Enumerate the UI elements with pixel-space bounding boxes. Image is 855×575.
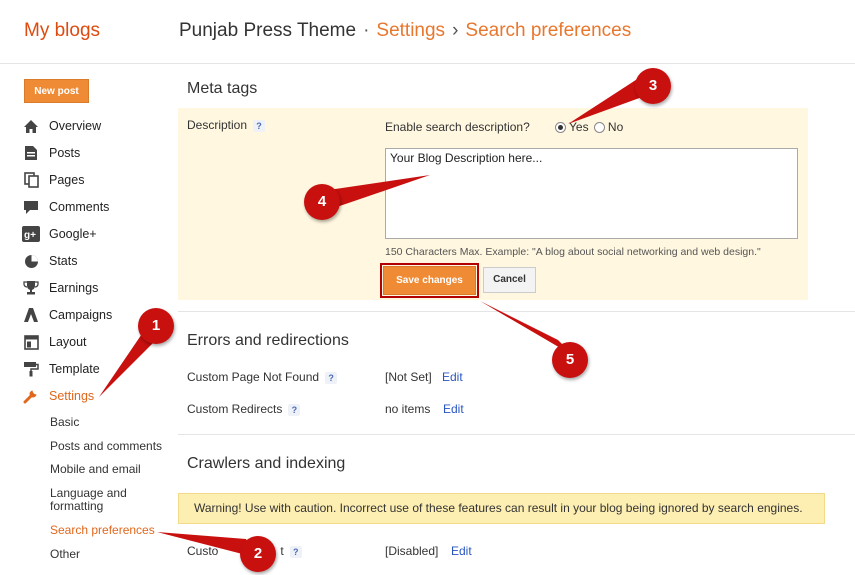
- sidebar-item-label: Layout: [49, 335, 87, 349]
- pages-icon: [22, 172, 40, 188]
- settings-sub-search-preferences[interactable]: Search preferences: [50, 524, 155, 537]
- no-radio[interactable]: [593, 122, 605, 134]
- search-description-radios: Yes No: [555, 120, 623, 134]
- errors-title: Errors and redirections: [187, 332, 349, 349]
- sidebar-item-campaigns[interactable]: Campaigns: [22, 305, 112, 325]
- custom-redirects-label: Custom Redirects?: [187, 402, 301, 416]
- save-changes-button[interactable]: Save changes: [383, 266, 476, 295]
- settings-sub-basic[interactable]: Basic: [50, 416, 79, 429]
- trophy-icon: [22, 280, 40, 296]
- sidebar-item-label: Template: [49, 362, 100, 376]
- description-label-text: Description: [187, 118, 248, 132]
- wrench-icon: [22, 388, 40, 404]
- comments-icon: [22, 199, 40, 215]
- sidebar-item-label: Comments: [49, 200, 110, 214]
- sidebar-item-earnings[interactable]: Earnings: [22, 278, 98, 298]
- sidebar-item-template[interactable]: Template: [22, 359, 100, 379]
- custom-page-not-found-value: [Not Set]: [385, 370, 432, 384]
- my-blogs-link[interactable]: My blogs: [24, 20, 100, 42]
- cancel-button[interactable]: Cancel: [483, 267, 536, 293]
- sidebar-item-layout[interactable]: Layout: [22, 332, 87, 352]
- custom-page-not-found-label: Custom Page Not Found?: [187, 370, 338, 384]
- sidebar-item-settings[interactable]: Settings: [22, 386, 94, 406]
- custom-page-not-found-edit[interactable]: Edit: [442, 370, 463, 384]
- breadcrumb-settings[interactable]: Settings: [376, 20, 445, 41]
- yes-radio-label[interactable]: Yes: [569, 120, 589, 134]
- custom-robots-value: [Disabled]: [385, 544, 439, 558]
- breadcrumb-search-preferences[interactable]: Search preferences: [465, 20, 631, 41]
- description-hint: 150 Characters Max. Example: "A blog abo…: [385, 246, 761, 258]
- breadcrumb-separator: ·: [363, 20, 370, 41]
- settings-sub-mobile-email[interactable]: Mobile and email: [50, 463, 141, 476]
- sidebar-item-label: Pages: [49, 173, 85, 187]
- section-divider: [178, 311, 855, 312]
- sidebar-item-stats[interactable]: Stats: [22, 251, 78, 271]
- sidebar-item-label: Campaigns: [49, 308, 113, 322]
- marker-4: 4: [304, 184, 340, 220]
- help-icon[interactable]: ?: [325, 371, 338, 384]
- custom-robots-edit[interactable]: Edit: [451, 544, 472, 558]
- crawlers-title: Crawlers and indexing: [187, 455, 346, 472]
- help-icon[interactable]: ?: [253, 119, 266, 132]
- custom-redirects-edit[interactable]: Edit: [443, 402, 464, 416]
- search-description-textarea[interactable]: Your Blog Description here...: [385, 148, 798, 239]
- stats-icon: [22, 253, 40, 269]
- description-label: Description?: [187, 118, 266, 132]
- sidebar-item-label: Settings: [49, 389, 95, 403]
- sidebar-item-overview[interactable]: Overview: [22, 116, 101, 136]
- svg-text:g+: g+: [24, 230, 36, 241]
- blog-name[interactable]: Punjab Press Theme: [179, 20, 356, 41]
- settings-sub-other[interactable]: Other: [50, 548, 80, 561]
- settings-sub-language[interactable]: Language and formatting: [50, 487, 150, 513]
- sidebar-item-label: Posts: [49, 146, 81, 160]
- layout-icon: [22, 334, 40, 350]
- section-divider: [178, 434, 855, 435]
- sidebar-item-label: Google+: [49, 227, 97, 241]
- home-icon: [22, 118, 40, 134]
- warning-banner: Warning! Use with caution. Incorrect use…: [178, 493, 825, 524]
- enable-search-description-label: Enable search description?: [385, 120, 530, 134]
- marker-2: 2: [240, 536, 276, 572]
- custom-redirects-value: no items: [385, 402, 431, 416]
- help-icon[interactable]: ?: [289, 545, 302, 558]
- sidebar-item-posts[interactable]: Posts: [22, 143, 80, 163]
- sidebar-item-pages[interactable]: Pages: [22, 170, 84, 190]
- yes-radio[interactable]: [555, 122, 566, 134]
- custom-robots-text-start: Custo: [187, 544, 219, 558]
- google-plus-icon: g+: [22, 226, 40, 242]
- sidebar-item-google-plus[interactable]: g+ Google+: [22, 224, 97, 244]
- sidebar-item-label: Overview: [49, 119, 102, 133]
- sidebar-item-label: Stats: [49, 254, 78, 268]
- custom-page-not-found-text: Custom Page Not Found: [187, 370, 320, 384]
- settings-sub-posts-comments[interactable]: Posts and comments: [50, 440, 162, 453]
- help-icon[interactable]: ?: [288, 403, 301, 416]
- meta-tags-title: Meta tags: [187, 80, 258, 97]
- new-post-button[interactable]: New post: [24, 79, 89, 103]
- posts-icon: [22, 145, 40, 161]
- custom-robots-text-end: t: [280, 544, 284, 558]
- marker-5: 5: [552, 342, 588, 378]
- breadcrumb: Punjab Press Theme · Settings › Search prefe…: [179, 20, 631, 42]
- campaigns-icon: [22, 307, 40, 323]
- marker-1: 1: [138, 308, 174, 344]
- no-radio-label[interactable]: No: [608, 120, 623, 134]
- template-icon: [22, 361, 40, 377]
- sidebar-item-label: Earnings: [49, 281, 99, 295]
- custom-redirects-text: Custom Redirects: [187, 402, 283, 416]
- sidebar-item-comments[interactable]: Comments: [22, 197, 109, 217]
- marker-3: 3: [635, 68, 671, 104]
- breadcrumb-separator: ›: [452, 20, 459, 41]
